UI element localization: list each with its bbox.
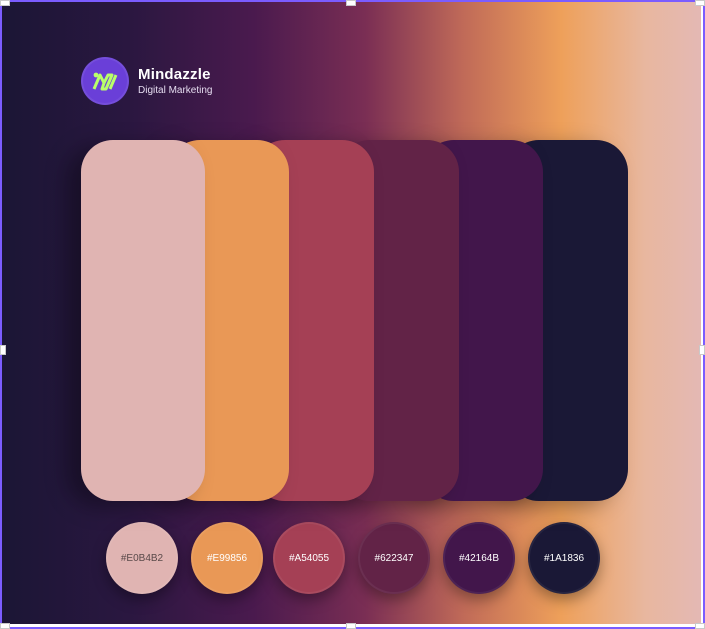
- resize-handle-top[interactable]: [346, 0, 356, 6]
- resize-handle-top-right[interactable]: [695, 0, 705, 6]
- swatch-label: #E0B4B2: [120, 552, 164, 564]
- resize-handle-right[interactable]: [699, 345, 705, 355]
- brand-name: Mindazzle: [138, 65, 211, 83]
- mindazzle-logo-icon: [81, 57, 129, 105]
- color-bar-e0b4b2: [81, 140, 205, 501]
- swatch-label: #622347: [374, 552, 414, 564]
- palette-canvas: Mindazzle Digital Marketing #E0B4B2 #E99…: [2, 2, 701, 624]
- resize-handle-top-left[interactable]: [0, 0, 10, 6]
- swatch-e0b4b2: #E0B4B2: [106, 522, 178, 594]
- swatch-label: #1A1836: [543, 552, 585, 564]
- swatch-label: #E99856: [206, 552, 248, 564]
- swatch-e99856: #E99856: [191, 522, 263, 594]
- resize-handle-left[interactable]: [0, 345, 6, 355]
- brand-tagline: Digital Marketing: [138, 84, 213, 96]
- resize-handle-bottom-left[interactable]: [0, 623, 10, 629]
- swatch-622347: #622347: [358, 522, 430, 594]
- resize-handle-bottom[interactable]: [346, 623, 356, 629]
- swatch-label: #42164B: [458, 552, 500, 564]
- brand-logo: Mindazzle Digital Marketing: [81, 57, 212, 105]
- swatch-1a1836: #1A1836: [528, 522, 600, 594]
- swatch-42164b: #42164B: [443, 522, 515, 594]
- resize-handle-bottom-right[interactable]: [695, 623, 705, 629]
- swatch-a54055: #A54055: [273, 522, 345, 594]
- swatch-label: #A54055: [288, 552, 330, 564]
